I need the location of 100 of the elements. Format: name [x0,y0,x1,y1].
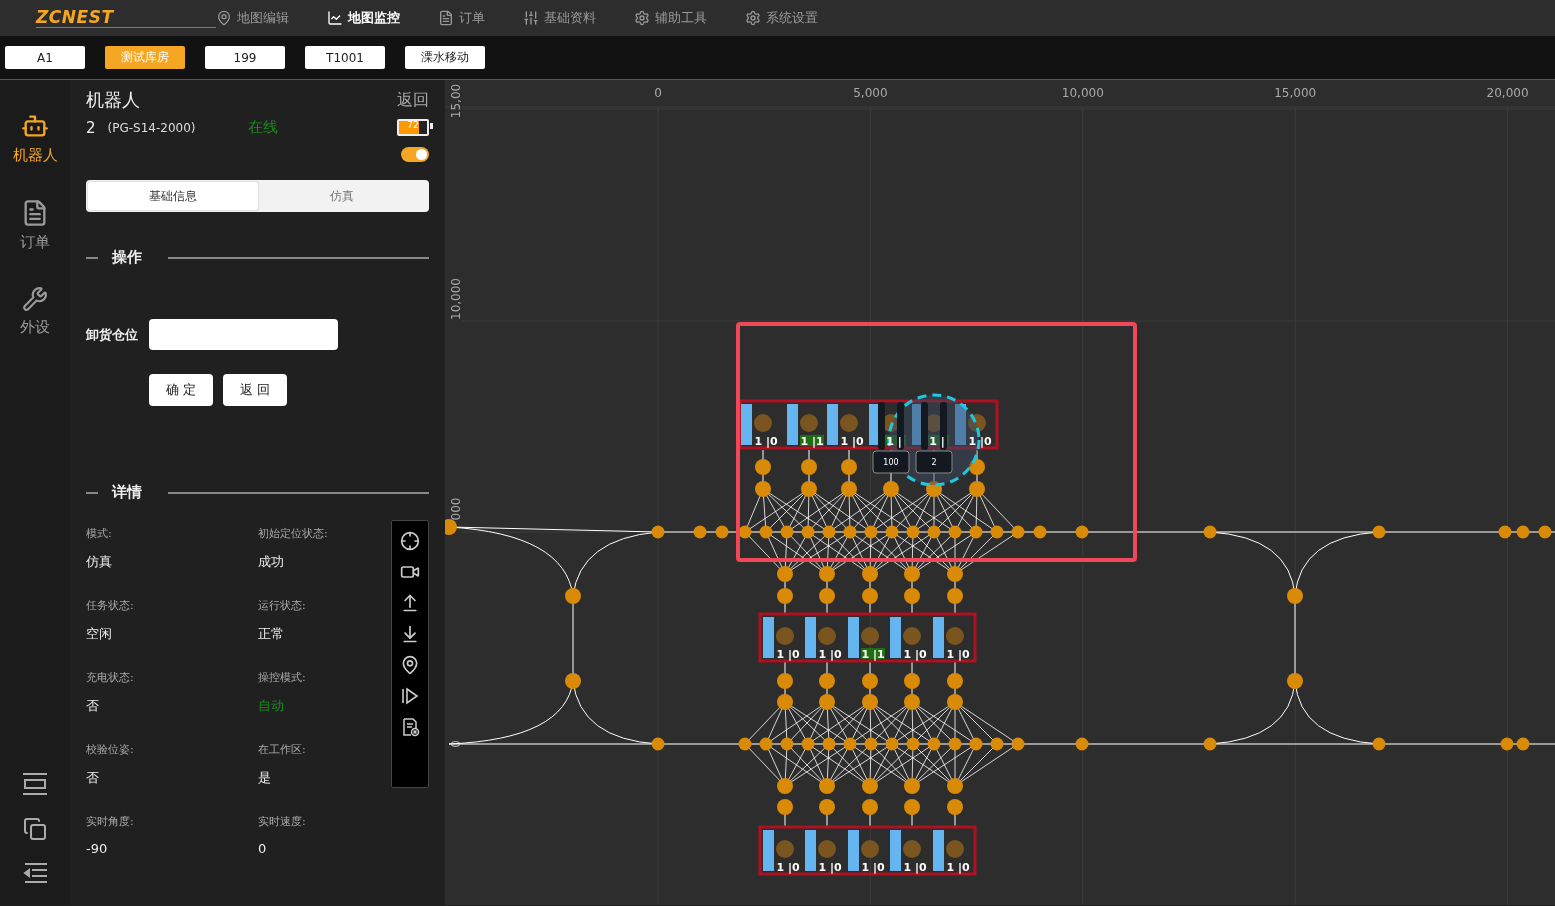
waypoint[interactable] [862,694,878,710]
waypoint[interactable] [862,673,878,689]
waypoint[interactable] [841,481,857,497]
waypoint[interactable] [990,525,1004,539]
waypoint[interactable] [1538,525,1552,539]
waypoint[interactable] [947,778,963,794]
waypoint[interactable] [565,673,581,689]
waypoint[interactable] [883,481,899,497]
waypoint[interactable] [947,799,963,815]
waypoint[interactable] [780,737,794,751]
document-cancel-icon[interactable] [400,717,420,737]
input-field[interactable] [149,319,338,350]
waypoint[interactable] [843,737,857,751]
waypoint[interactable] [906,525,920,539]
waypoint[interactable] [862,566,878,582]
waypoint[interactable] [755,481,771,497]
waypoint[interactable] [947,673,963,689]
download-icon[interactable] [400,624,420,644]
waypoint[interactable] [801,737,815,751]
waypoint[interactable] [969,525,983,539]
waypoint[interactable] [819,799,835,815]
waypoint[interactable] [777,566,793,582]
waypoint[interactable] [777,778,793,794]
map-pin-icon[interactable] [400,655,420,675]
nav-tab[interactable]: 基础资料 [523,9,596,27]
waypoint[interactable] [738,525,752,539]
waypoint[interactable] [1287,588,1303,604]
filter-chip[interactable]: A1 [5,46,85,69]
waypoint[interactable] [947,694,963,710]
waypoint[interactable] [904,588,920,604]
waypoint[interactable] [651,525,665,539]
waypoint[interactable] [1498,525,1512,539]
waypoint[interactable] [819,588,835,604]
waypoint[interactable] [777,799,793,815]
waypoint[interactable] [819,566,835,582]
waypoint[interactable] [906,737,920,751]
waypoint[interactable] [926,481,942,497]
waypoint[interactable] [777,694,793,710]
waypoint[interactable] [801,481,817,497]
waypoint[interactable] [777,588,793,604]
waypoint[interactable] [948,737,962,751]
waypoint[interactable] [1516,525,1530,539]
locate-icon[interactable] [400,531,420,551]
waypoint[interactable] [843,525,857,539]
waypoint[interactable] [1516,737,1530,751]
waypoint[interactable] [715,525,729,539]
logo[interactable]: ZCNEST [36,8,216,28]
waypoint[interactable] [862,588,878,604]
map-canvas[interactable]: 0 5,000 10,000 15,000 20,000 15,00 10,000 000 0 100 2 1 |0 1 |1 1 |0 1 | 1 | 1 |0 1 |0 1 |0 1 |1 1 |0 1 |0 1 |0 1 |0 1 |0 1 |0 1 |0 [445,80,1555,905]
waypoint[interactable] [904,799,920,815]
waypoint[interactable] [969,459,985,475]
nav-tab[interactable]: 订单 [438,9,485,27]
waypoint[interactable] [1500,737,1514,751]
waypoint[interactable] [885,737,899,751]
back-link[interactable]: 返回 [397,89,429,111]
upload-icon[interactable] [400,593,420,613]
waypoint[interactable] [801,525,815,539]
layout-icon[interactable] [22,773,48,795]
robot-icon[interactable] [915,402,953,474]
filter-chip[interactable]: T1001 [305,46,385,69]
waypoint[interactable] [822,737,836,751]
waypoint[interactable] [738,737,752,751]
waypoint[interactable] [651,737,665,751]
waypoint[interactable] [862,778,878,794]
waypoint[interactable] [885,525,899,539]
waypoint[interactable] [904,778,920,794]
waypoint[interactable] [1033,525,1047,539]
waypoint[interactable] [819,694,835,710]
side-nav-item[interactable]: 外设 [20,286,50,337]
waypoint[interactable] [947,566,963,582]
step-forward-icon[interactable] [400,686,420,706]
info-tab[interactable]: 仿真 [257,182,427,210]
waypoint[interactable] [565,588,581,604]
waypoint[interactable] [1203,525,1217,539]
waypoint[interactable] [1287,673,1303,689]
copy-icon[interactable] [23,817,47,841]
filter-chip[interactable]: 199 [205,46,285,69]
action-button[interactable]: 返 回 [223,374,287,406]
waypoint[interactable] [927,525,941,539]
waypoint[interactable] [864,525,878,539]
waypoint[interactable] [904,694,920,710]
waypoint[interactable] [1372,737,1386,751]
waypoint[interactable] [693,525,707,539]
waypoint[interactable] [969,481,985,497]
nav-tab[interactable]: 系统设置 [745,9,818,27]
waypoint[interactable] [759,525,773,539]
info-tab[interactable]: 基础信息 [88,182,258,210]
waypoint[interactable] [927,737,941,751]
waypoint[interactable] [1075,737,1089,751]
waypoint[interactable] [759,737,773,751]
nav-tab[interactable]: 地图编辑 [216,9,289,27]
waypoint[interactable] [1372,525,1386,539]
side-nav-item[interactable]: 订单 [20,199,50,252]
waypoint[interactable] [819,778,835,794]
side-nav-item[interactable]: 机器人 [12,112,58,165]
waypoint[interactable] [1075,525,1089,539]
waypoint[interactable] [822,525,836,539]
waypoint[interactable] [947,588,963,604]
nav-tab[interactable]: 辅助工具 [634,9,707,27]
waypoint[interactable] [948,525,962,539]
